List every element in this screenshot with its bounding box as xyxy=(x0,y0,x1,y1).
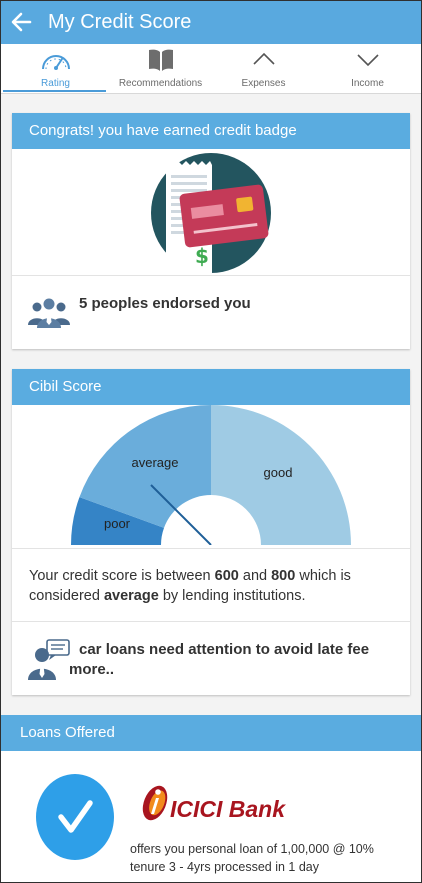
divider xyxy=(12,275,410,276)
loan-offer-line: offers you personal loan of 1,00,000 @ 1… xyxy=(130,842,374,856)
score-low: 600 xyxy=(214,568,239,584)
more-link[interactable]: more.. xyxy=(69,661,114,678)
gauge-label-average: average xyxy=(132,455,179,470)
tab-rating[interactable]: Rating xyxy=(3,44,108,93)
tab-bar: Rating Recommendations Expenses Income xyxy=(1,44,421,94)
chevron-down-icon xyxy=(357,54,379,67)
check-circle-icon xyxy=(36,774,114,860)
gauge-label-poor: poor xyxy=(104,516,131,531)
bank-name: ICICI Bank xyxy=(170,796,286,822)
tab-label: Rating xyxy=(41,78,70,89)
chevron-up-icon xyxy=(253,52,275,65)
cibil-score-card: Cibil Score poor average good Your credit … xyxy=(12,369,410,695)
credit-badge-card: Congrats! you have earned credit badge $ xyxy=(12,113,410,349)
page-title: My Credit Score xyxy=(48,11,192,33)
summary-text: and xyxy=(238,568,272,584)
score-summary: Your credit score is between 600 and 800… xyxy=(29,566,399,606)
gauge-icon xyxy=(42,55,70,70)
book-icon xyxy=(149,49,173,71)
gauge-label-good: good xyxy=(264,465,293,480)
active-tab-indicator xyxy=(3,90,106,92)
tab-expenses[interactable]: Expenses xyxy=(211,44,316,93)
tab-label: Expenses xyxy=(241,78,286,89)
people-group-icon xyxy=(28,298,70,328)
section-title: Loans Offered xyxy=(1,715,421,751)
bank-logo: ICICI Bank xyxy=(139,783,299,823)
tab-label: Income xyxy=(351,78,384,89)
app-bar: My Credit Score xyxy=(1,1,421,44)
score-rating: average xyxy=(103,588,159,604)
card-title: Cibil Score xyxy=(12,369,410,405)
summary-text: by lending institutions. xyxy=(158,588,306,604)
advice-text: car loans need attention to avoid late f… xyxy=(79,641,370,658)
score-gauge-chart: poor average good xyxy=(71,405,351,545)
tab-label: Recommendations xyxy=(118,78,203,89)
divider xyxy=(12,548,410,549)
loans-offered-section: Loans Offered ICICI Bank offers you pers… xyxy=(1,715,421,882)
summary-text: Your credit score is between xyxy=(29,568,215,584)
advisor-icon xyxy=(28,639,70,680)
svg-text:$: $ xyxy=(195,244,209,268)
endorsement-text: 5 peoples endorsed you xyxy=(79,295,251,312)
divider xyxy=(12,621,410,622)
tab-income[interactable]: Income xyxy=(315,44,420,93)
score-high: 800 xyxy=(271,568,296,584)
app-screen: My Credit Score Rating Recommendations E… xyxy=(0,0,422,883)
credit-card-receipt-icon: $ xyxy=(151,153,271,273)
icici-emblem-icon xyxy=(142,785,168,821)
tab-recommendations[interactable]: Recommendations xyxy=(108,44,213,93)
back-arrow-icon[interactable] xyxy=(10,11,32,33)
card-title: Congrats! you have earned credit badge xyxy=(12,113,410,149)
loan-offer-line: tenure 3 - 4yrs processed in 1 day xyxy=(130,860,319,874)
